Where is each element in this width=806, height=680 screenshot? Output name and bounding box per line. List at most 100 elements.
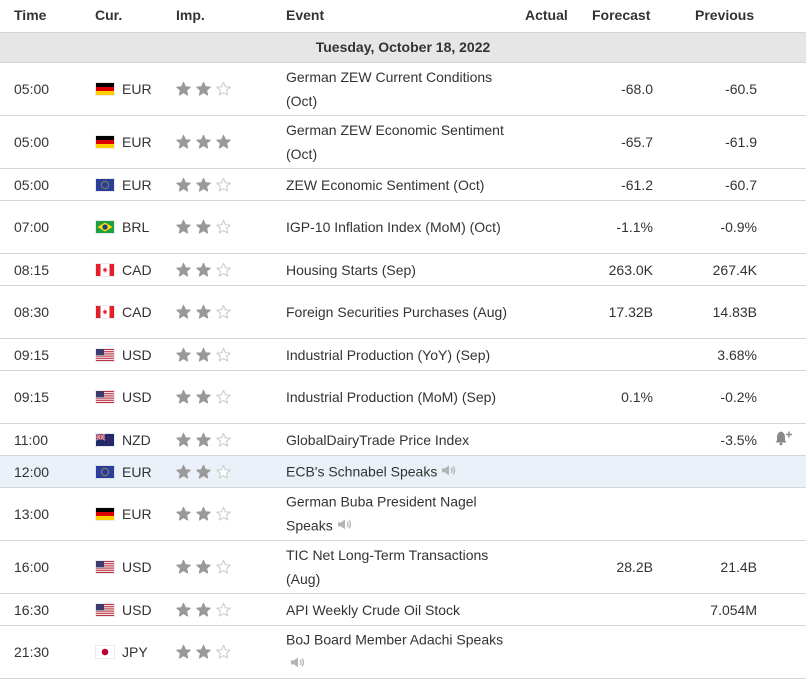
event-title[interactable]: API Weekly Crude Oil Stock bbox=[286, 602, 460, 618]
event-title[interactable]: GlobalDairyTrade Price Index bbox=[286, 432, 469, 448]
star-filled-icon bbox=[175, 134, 195, 150]
add-alert-icon[interactable] bbox=[774, 429, 794, 450]
importance-stars bbox=[175, 262, 235, 278]
importance-stars bbox=[175, 464, 235, 480]
previous-value: -61.9 bbox=[725, 134, 757, 150]
forecast-value: 17.32B bbox=[608, 304, 653, 320]
star-filled-icon bbox=[195, 304, 215, 320]
event-name[interactable]: German ZEW Current Conditions (Oct) bbox=[286, 65, 516, 113]
event-title[interactable]: Industrial Production (MoM) (Sep) bbox=[286, 389, 496, 405]
table-row[interactable]: 08:15 CAD Housing Starts (Sep) 263.0K 267.4K bbox=[0, 254, 806, 286]
de-flag-icon bbox=[96, 83, 114, 95]
table-row[interactable]: 12:00 EUR ECB's Schnabel Speaks bbox=[0, 456, 806, 488]
event-title[interactable]: Housing Starts (Sep) bbox=[286, 262, 416, 278]
table-row[interactable]: 07:00 BRL IGP-10 Inflation Index (MoM) (Oc… bbox=[0, 201, 806, 254]
currency-code: USD bbox=[122, 601, 152, 618]
event-title[interactable]: ECB's Schnabel Speaks bbox=[286, 463, 437, 479]
star-empty-icon bbox=[215, 644, 235, 660]
event-name[interactable]: GlobalDairyTrade Price Index bbox=[286, 428, 516, 452]
star-empty-icon bbox=[215, 432, 235, 448]
event-time: 09:15 bbox=[14, 346, 50, 363]
header-importance[interactable]: Imp. bbox=[176, 7, 205, 23]
event-title[interactable]: German ZEW Economic Sentiment (Oct) bbox=[286, 122, 504, 162]
previous-value: 14.83B bbox=[712, 304, 757, 320]
star-filled-icon bbox=[195, 262, 215, 278]
event-name[interactable]: API Weekly Crude Oil Stock bbox=[286, 598, 516, 622]
currency-code: USD bbox=[122, 559, 152, 575]
star-filled-icon bbox=[195, 602, 215, 618]
star-empty-icon bbox=[215, 602, 235, 618]
event-name[interactable]: Housing Starts (Sep) bbox=[286, 258, 516, 282]
header-previous[interactable]: Previous bbox=[695, 7, 754, 23]
event-title[interactable]: Industrial Production (YoY) (Sep) bbox=[286, 347, 490, 363]
us-flag-icon bbox=[96, 391, 114, 403]
star-filled-icon bbox=[195, 644, 215, 660]
star-empty-icon bbox=[215, 81, 235, 97]
forecast-value: 28.2B bbox=[616, 559, 653, 575]
star-filled-icon bbox=[195, 134, 215, 150]
star-filled-icon bbox=[195, 559, 215, 575]
event-title[interactable]: BoJ Board Member Adachi Speaks bbox=[286, 631, 503, 647]
previous-value: 21.4B bbox=[720, 559, 757, 575]
header-time[interactable]: Time bbox=[14, 7, 46, 23]
economic-calendar: Time Cur. Imp. Event Actual Forecast Pre… bbox=[0, 0, 806, 679]
table-row[interactable]: 05:00 EUR German ZEW Economic Sentiment (O… bbox=[0, 116, 806, 169]
star-filled-icon bbox=[195, 432, 215, 448]
event-time: 11:00 bbox=[14, 431, 48, 448]
event-name[interactable]: IGP-10 Inflation Index (MoM) (Oct) bbox=[286, 215, 516, 239]
event-name[interactable]: German Buba President Nagel Speaks bbox=[286, 489, 516, 538]
event-title[interactable]: German Buba President Nagel Speaks bbox=[286, 493, 477, 533]
star-filled-icon bbox=[195, 347, 215, 363]
event-time: 08:30 bbox=[14, 304, 50, 320]
importance-stars bbox=[175, 389, 235, 405]
star-filled-icon bbox=[175, 506, 195, 522]
header-event[interactable]: Event bbox=[286, 7, 324, 23]
table-row[interactable]: 05:00 EUR ZEW Economic Sentiment (Oct) -61.… bbox=[0, 169, 806, 201]
forecast-value: 0.1% bbox=[621, 389, 653, 405]
event-name[interactable]: Industrial Production (YoY) (Sep) bbox=[286, 343, 516, 367]
event-name[interactable]: ECB's Schnabel Speaks bbox=[286, 459, 516, 484]
event-title[interactable]: German ZEW Current Conditions (Oct) bbox=[286, 69, 492, 109]
event-title[interactable]: Foreign Securities Purchases (Aug) bbox=[286, 304, 507, 320]
header-currency[interactable]: Cur. bbox=[95, 7, 122, 23]
event-name[interactable]: German ZEW Economic Sentiment (Oct) bbox=[286, 118, 516, 166]
event-name[interactable]: BoJ Board Member Adachi Speaks bbox=[286, 627, 516, 676]
speaker-icon bbox=[441, 460, 457, 484]
previous-value: 3.68% bbox=[717, 346, 757, 363]
star-filled-icon bbox=[175, 464, 195, 480]
event-name[interactable]: TIC Net Long-Term Transactions (Aug) bbox=[286, 543, 516, 591]
event-name[interactable]: Industrial Production (MoM) (Sep) bbox=[286, 385, 516, 409]
header-actual[interactable]: Actual bbox=[525, 7, 568, 23]
importance-stars bbox=[175, 644, 235, 660]
currency-code: USD bbox=[122, 346, 152, 363]
star-filled-icon bbox=[195, 81, 215, 97]
currency-code: NZD bbox=[122, 431, 151, 448]
forecast-value: -1.1% bbox=[616, 219, 653, 235]
event-title[interactable]: ZEW Economic Sentiment (Oct) bbox=[286, 177, 484, 193]
table-row[interactable]: 11:00 NZD GlobalDairyTrade Price Index -3.5… bbox=[0, 424, 806, 456]
star-empty-icon bbox=[215, 262, 235, 278]
table-row[interactable]: 05:00 EUR German ZEW Current Conditions (O… bbox=[0, 63, 806, 116]
eu-flag-icon bbox=[96, 178, 114, 191]
ca-flag-icon bbox=[96, 263, 114, 276]
importance-stars bbox=[175, 559, 235, 575]
event-name[interactable]: ZEW Economic Sentiment (Oct) bbox=[286, 173, 516, 197]
event-time: 16:00 bbox=[14, 559, 50, 575]
table-row[interactable]: 09:15 USD Industrial Production (MoM) (Sep… bbox=[0, 371, 806, 424]
star-filled-icon bbox=[175, 81, 195, 97]
importance-stars bbox=[175, 304, 235, 320]
table-row[interactable]: 08:30 CAD Foreign Securities Purchases (Au… bbox=[0, 286, 806, 339]
table-row[interactable]: 21:30 JPY BoJ Board Member Adachi Speaks bbox=[0, 626, 806, 679]
currency-code: EUR bbox=[122, 81, 152, 97]
currency-code: EUR bbox=[122, 134, 152, 150]
table-row[interactable]: 09:15 USD Industrial Production (YoY) (Sep… bbox=[0, 339, 806, 371]
table-row[interactable]: 16:30 USD API Weekly Crude Oil Stock 7.054M bbox=[0, 594, 806, 626]
event-name[interactable]: Foreign Securities Purchases (Aug) bbox=[286, 300, 516, 324]
table-row[interactable]: 13:00 EUR German Buba President Nagel Spea… bbox=[0, 488, 806, 541]
event-title[interactable]: TIC Net Long-Term Transactions (Aug) bbox=[286, 547, 488, 587]
star-empty-icon bbox=[215, 347, 235, 363]
table-row[interactable]: 16:00 USD TIC Net Long-Term Transactions (… bbox=[0, 541, 806, 594]
header-forecast[interactable]: Forecast bbox=[592, 7, 650, 23]
event-title[interactable]: IGP-10 Inflation Index (MoM) (Oct) bbox=[286, 219, 501, 235]
br-flag-icon bbox=[96, 221, 114, 233]
